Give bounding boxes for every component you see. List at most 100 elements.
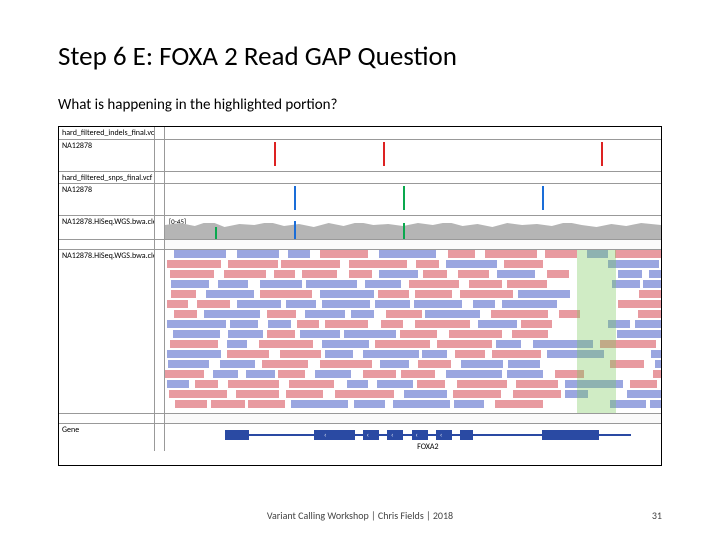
variant-tick	[294, 186, 296, 210]
read	[349, 260, 406, 268]
read	[306, 280, 357, 288]
read	[236, 390, 279, 398]
read	[228, 380, 279, 388]
read	[512, 330, 549, 338]
read	[320, 290, 374, 298]
read	[455, 350, 486, 358]
read	[267, 310, 297, 318]
page-number: 31	[652, 509, 662, 522]
read	[545, 250, 577, 258]
track-spacer	[59, 413, 661, 423]
read	[618, 300, 661, 308]
track-indels-variants: NA12878	[59, 139, 661, 171]
read	[237, 250, 279, 258]
read	[492, 350, 541, 358]
read	[168, 360, 209, 368]
read	[363, 370, 395, 378]
read	[197, 300, 230, 308]
variant-tick	[542, 186, 544, 210]
read	[521, 320, 552, 328]
variant-tick	[403, 186, 405, 210]
read	[401, 370, 434, 378]
read	[643, 280, 661, 288]
read	[508, 360, 540, 368]
read	[170, 270, 215, 278]
track-label: NA12878.HiSeq.WGS.bwa.cleaned.b37.20_chr…	[59, 216, 155, 239]
read	[495, 400, 543, 408]
read	[278, 370, 305, 378]
track-reads: NA12878.HiSeq.WGS.bwa.cleaned.b37.20_chr…	[59, 249, 661, 413]
read	[617, 330, 661, 338]
read	[213, 370, 238, 378]
read	[547, 350, 605, 358]
read	[375, 340, 430, 348]
read	[288, 250, 310, 258]
read	[518, 290, 570, 298]
read	[449, 330, 502, 338]
read	[260, 280, 302, 288]
track-label: NA12878.HiSeq.WGS.bwa.cleaned.b37.20_chr…	[59, 250, 155, 413]
read	[220, 360, 255, 368]
read	[167, 320, 226, 328]
read-pileup	[165, 250, 661, 413]
read	[559, 310, 580, 318]
read	[227, 340, 247, 348]
track-header-indels: hard_filtered_indels_final.vcf	[59, 127, 661, 139]
read	[414, 300, 462, 308]
read	[167, 260, 222, 268]
slide-footer: Variant Calling Workshop | Chris Fields …	[0, 509, 720, 522]
read	[507, 370, 542, 378]
read	[268, 320, 291, 328]
track-gene: Gene ‹ ‹ ‹ ‹ ‹ FOXA2	[59, 423, 661, 451]
track-spacer	[59, 239, 661, 249]
read	[423, 270, 447, 278]
read	[171, 280, 210, 288]
read	[291, 400, 348, 408]
read	[587, 250, 608, 258]
read	[379, 250, 436, 258]
read	[446, 260, 497, 268]
read	[630, 380, 656, 388]
read	[649, 270, 661, 278]
read	[375, 300, 410, 308]
read	[267, 330, 294, 338]
coverage-snp-peak	[215, 227, 217, 239]
read	[446, 370, 501, 378]
read	[457, 380, 507, 388]
read	[349, 270, 371, 278]
coverage-snp-peak	[294, 221, 296, 239]
read	[608, 260, 659, 268]
igv-screenshot: hard_filtered_indels_final.vcf NA12878 h…	[58, 126, 662, 466]
read	[555, 370, 584, 378]
read	[289, 380, 334, 388]
read	[167, 300, 188, 308]
read	[409, 280, 459, 288]
read	[259, 340, 313, 348]
read	[516, 380, 557, 388]
read	[610, 360, 644, 368]
read	[175, 400, 207, 408]
read	[513, 390, 561, 398]
read	[195, 380, 217, 388]
slide-subtitle: What is happening in the highlighted por…	[58, 96, 337, 114]
read	[618, 270, 641, 278]
read	[170, 340, 218, 348]
read	[174, 250, 226, 258]
read	[458, 270, 489, 278]
read	[415, 290, 453, 298]
read	[461, 360, 503, 368]
read	[400, 330, 436, 338]
read	[322, 340, 369, 348]
read	[173, 330, 220, 338]
read	[280, 350, 322, 358]
read	[565, 380, 623, 388]
read	[171, 290, 196, 298]
read	[167, 380, 189, 388]
read	[422, 350, 447, 358]
read	[635, 320, 661, 328]
read	[206, 290, 254, 298]
read	[325, 350, 352, 358]
read	[491, 310, 549, 318]
read	[227, 350, 270, 358]
read	[230, 320, 257, 328]
